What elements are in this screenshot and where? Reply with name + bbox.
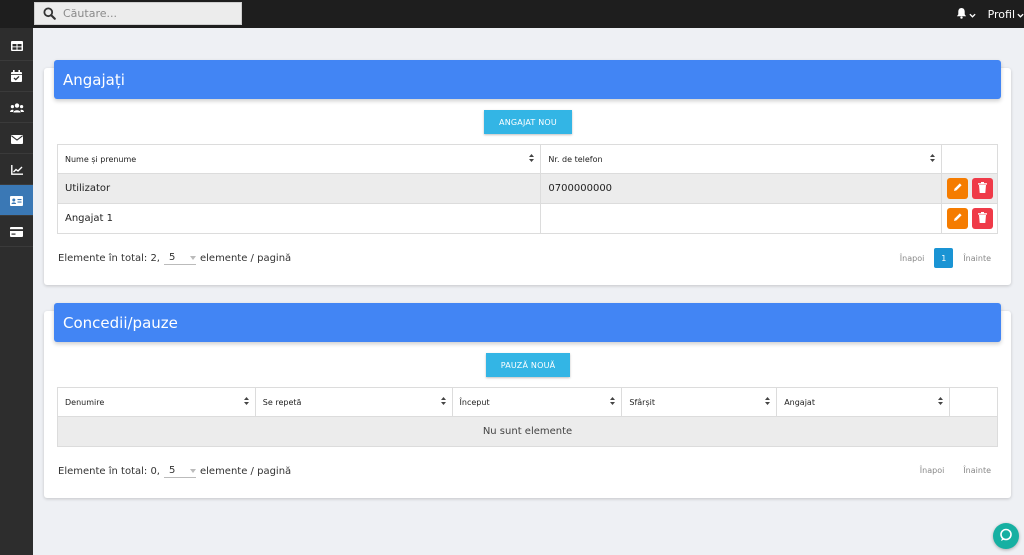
column-header-start[interactable]: Început xyxy=(451,387,623,417)
bell-icon xyxy=(956,7,967,22)
sidebar-item-calendar[interactable] xyxy=(0,61,33,92)
empty-row: Nu sunt elemente xyxy=(57,416,998,447)
leaves-pagination-info: Elemente în total: 0, 5 elemente / pagin… xyxy=(58,464,292,478)
employees-header: Angajați xyxy=(54,60,1001,99)
caret-down-icon xyxy=(189,465,196,476)
search-icon[interactable] xyxy=(35,7,63,20)
trash-icon xyxy=(978,211,987,226)
employees-title: Angajați xyxy=(63,70,125,89)
next-page-button[interactable]: Înainte xyxy=(963,254,991,263)
column-header-actions xyxy=(949,387,998,417)
employees-card: Angajați ANGAJAT NOU Nume și prenume Nr.… xyxy=(44,60,1011,285)
table-row: Angajat 1 xyxy=(56,203,999,234)
sidebar xyxy=(0,28,33,555)
column-header-phone[interactable]: Nr. de telefon xyxy=(540,144,942,174)
trash-icon xyxy=(978,181,987,196)
sort-icon xyxy=(938,397,943,407)
delete-button[interactable] xyxy=(972,178,993,199)
pencil-icon xyxy=(953,212,963,225)
employees-pagination-info: Elemente în total: 2, 5 elemente / pagin… xyxy=(58,251,292,265)
column-header-employee[interactable]: Angajat xyxy=(776,387,950,417)
top-bar: Profil xyxy=(0,0,1024,28)
profile-menu[interactable]: Profil xyxy=(988,8,1024,21)
sidebar-item-employees[interactable] xyxy=(0,185,33,216)
edit-button[interactable] xyxy=(947,208,968,229)
sort-icon xyxy=(610,397,616,407)
search-box[interactable] xyxy=(34,2,242,25)
sort-icon xyxy=(440,397,446,407)
row-actions xyxy=(940,203,999,234)
caret-down-icon xyxy=(189,252,196,263)
employee-name: Utilizator xyxy=(56,173,542,204)
employee-name: Angajat 1 xyxy=(56,203,542,234)
credit-card-icon xyxy=(10,222,23,241)
table-icon xyxy=(10,36,23,55)
sort-icon xyxy=(765,397,771,407)
delete-button[interactable] xyxy=(972,208,993,229)
sort-icon xyxy=(243,397,249,407)
new-employee-button[interactable]: ANGAJAT NOU xyxy=(484,110,572,134)
column-header-end[interactable]: Sfârșit xyxy=(621,387,778,417)
empty-message: Nu sunt elemente xyxy=(57,416,998,447)
chart-line-icon xyxy=(10,160,23,179)
sidebar-item-users[interactable] xyxy=(0,92,33,123)
next-page-button[interactable]: Înainte xyxy=(963,466,991,475)
sort-icon xyxy=(529,154,535,164)
page-button[interactable]: 1 xyxy=(934,248,954,268)
chat-button[interactable] xyxy=(993,523,1019,549)
id-card-icon xyxy=(10,191,23,210)
new-break-button[interactable]: PAUZĂ NOUĂ xyxy=(486,353,570,377)
employee-phone: 0700000000 xyxy=(540,173,942,204)
pencil-icon xyxy=(953,182,963,195)
employees-table: Nume și prenume Nr. de telefon Utilizato… xyxy=(56,144,999,234)
leaves-pager: Înapoi Înainte xyxy=(920,466,991,475)
sort-icon xyxy=(929,154,935,164)
table-header-row: Nume și prenume Nr. de telefon xyxy=(56,144,999,174)
chevron-down-icon xyxy=(1017,8,1024,21)
employees-pager: Înapoi 1 Înainte xyxy=(900,248,991,268)
leaves-title: Concedii/pauze xyxy=(63,313,178,332)
employee-phone xyxy=(540,203,942,234)
column-header-repeats[interactable]: Se repetă xyxy=(254,387,453,417)
envelope-icon xyxy=(10,129,23,148)
sidebar-item-payments[interactable] xyxy=(0,216,33,247)
edit-button[interactable] xyxy=(947,178,968,199)
calendar-check-icon xyxy=(11,67,22,86)
chat-icon xyxy=(999,527,1013,546)
per-page-select[interactable]: 5 xyxy=(163,251,196,265)
column-header-name[interactable]: Denumire xyxy=(57,387,256,417)
leaves-table: Denumire Se repetă Început Sfârșit Angaj… xyxy=(57,387,998,447)
column-header-actions xyxy=(940,144,999,174)
row-actions xyxy=(940,173,999,204)
per-page-select[interactable]: 5 xyxy=(163,464,196,478)
sidebar-item-messages[interactable] xyxy=(0,123,33,154)
column-header-name[interactable]: Nume și prenume xyxy=(56,144,542,174)
prev-page-button[interactable]: Înapoi xyxy=(900,254,925,263)
leaves-card: Concedii/pauze PAUZĂ NOUĂ Denumire Se re… xyxy=(44,303,1011,498)
prev-page-button[interactable]: Înapoi xyxy=(920,466,945,475)
table-row: Utilizator 0700000000 xyxy=(56,173,999,204)
search-input[interactable] xyxy=(63,7,233,20)
profile-label: Profil xyxy=(987,7,1015,21)
sidebar-item-reports[interactable] xyxy=(0,154,33,185)
chevron-down-icon xyxy=(968,8,976,21)
users-icon xyxy=(9,98,24,117)
table-header-row: Denumire Se repetă Început Sfârșit Angaj… xyxy=(57,387,998,417)
leaves-header: Concedii/pauze xyxy=(54,303,1001,342)
notifications-button[interactable] xyxy=(956,7,976,22)
sidebar-item-dashboard[interactable] xyxy=(0,30,33,61)
